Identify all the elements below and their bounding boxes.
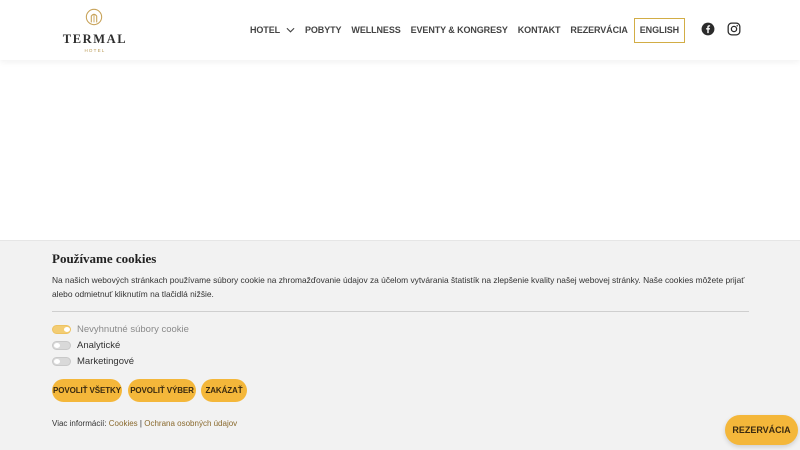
nav-item-hotel[interactable]: HOTEL <box>250 25 295 35</box>
more-info-prefix: Viac informácií: <box>52 419 107 428</box>
social-links <box>701 22 741 36</box>
hotel-logo[interactable]: TERMAL HOTEL <box>60 8 130 54</box>
nav-item-pobyty[interactable]: POBYTY <box>305 25 342 35</box>
privacy-policy-link[interactable]: Ochrana osobných údajov <box>144 419 237 428</box>
nav-item-label: HOTEL <box>250 25 280 35</box>
nav-item-eventy[interactable]: EVENTY & KONGRESY <box>411 25 508 35</box>
cookie-title: Používame cookies <box>52 251 157 266</box>
toggle-label: Nevyhnutné súbory cookie <box>77 324 189 335</box>
logo-name: TERMAL <box>62 32 128 46</box>
nav-item-rezervacia[interactable]: REZERVÁCIA <box>570 25 627 35</box>
cookie-divider <box>52 311 749 312</box>
nav-item-wellness[interactable]: WELLNESS <box>351 25 400 35</box>
more-info-line: Viac informácií: Cookies | Ochrana osobn… <box>52 419 237 428</box>
toggle-label: Marketingové <box>77 356 135 367</box>
toggle-marketing-cookies[interactable]: Marketingové <box>52 356 134 367</box>
toggle-analytics-cookies[interactable]: Analytické <box>52 340 120 351</box>
allow-all-button[interactable]: POVOLIŤ VŠETKY <box>52 379 122 402</box>
toggle-label: Analytické <box>77 340 121 351</box>
main-navigation: HOTEL POBYTY WELLNESS EVENTY & KONGRESY … <box>250 17 695 43</box>
facebook-icon[interactable] <box>701 22 715 36</box>
site-header: TERMAL HOTEL HOTEL POBYTY WELLNESS EVENT… <box>0 0 800 60</box>
toggle-necessary-cookies: Nevyhnutné súbory cookie <box>52 324 189 335</box>
cookie-description: Na našich webových stránkach používame s… <box>52 275 745 299</box>
instagram-icon[interactable] <box>727 22 741 36</box>
toggle-switch-analytics[interactable] <box>52 341 71 350</box>
cookie-consent-panel: Používame cookies Na našich webových str… <box>0 240 800 450</box>
allow-selection-button[interactable]: POVOLIŤ VÝBER <box>128 379 196 402</box>
cookies-link[interactable]: Cookies <box>109 419 138 428</box>
toggle-switch-necessary <box>52 325 71 334</box>
nav-item-kontakt[interactable]: KONTAKT <box>518 25 561 35</box>
deny-button[interactable]: ZAKÁZAŤ <box>201 379 247 402</box>
floating-reservation-button[interactable]: REZERVÁCIA <box>725 415 798 445</box>
chevron-down-icon <box>286 27 295 33</box>
toggle-switch-marketing[interactable] <box>52 357 71 366</box>
language-switch-english[interactable]: ENGLISH <box>633 17 686 43</box>
logo-emblem-icon <box>85 8 103 26</box>
logo-subtitle: HOTEL <box>84 48 106 53</box>
link-separator: | <box>139 419 142 428</box>
